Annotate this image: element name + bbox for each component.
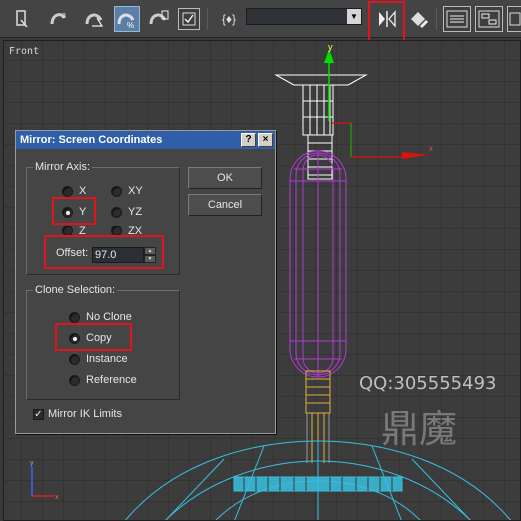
angle-snap-icon[interactable]	[82, 6, 108, 32]
edit-named-selection-icon[interactable]: {♦}	[214, 6, 244, 32]
no-clone-label: No Clone	[86, 311, 132, 323]
radio-dot	[111, 206, 122, 218]
spinner-snap-icon[interactable]	[146, 6, 172, 32]
annotation-y-axis-highlight	[52, 197, 96, 225]
axis-zx-radio[interactable]: ZX	[111, 226, 142, 235]
axis-z-label: Z	[79, 226, 86, 235]
watermark-chinese: 鼎魔	[381, 407, 458, 451]
tripod-y-label: y	[30, 460, 34, 467]
mirror-ik-label: Mirror IK Limits	[48, 408, 122, 420]
checkmark-icon: ✓	[33, 408, 44, 420]
checkbox-toggle-icon[interactable]	[178, 8, 200, 30]
axis-xy-radio[interactable]: XY	[111, 185, 143, 197]
axis-x-radio[interactable]: X	[62, 185, 86, 197]
clone-selection-title: Clone Selection:	[33, 284, 118, 296]
radio-dot	[62, 185, 73, 197]
viewport-label[interactable]: Front	[9, 46, 39, 57]
svg-text:%: %	[127, 21, 134, 30]
curve-editor-icon[interactable]	[475, 6, 503, 32]
axis-z-radio[interactable]: Z	[62, 226, 86, 235]
dialog-title-bar[interactable]: Mirror: Screen Coordinates ? ×	[16, 131, 275, 149]
axis-yz-label: YZ	[128, 206, 143, 218]
radio-dot	[62, 226, 73, 235]
mirror-axis-title: Mirror Axis:	[33, 161, 92, 173]
reference-radio[interactable]: Reference	[69, 374, 137, 386]
annotation-copy-highlight	[55, 323, 132, 351]
axis-zx-label: ZX	[128, 226, 143, 235]
annotation-offset-highlight	[44, 235, 164, 269]
gizmo-x-label: x	[429, 144, 433, 153]
mirror-dialog: Mirror: Screen Coordinates ? × Mirror Ax…	[15, 130, 276, 434]
named-selection-icon-label: {♦}	[221, 12, 237, 26]
chevron-down-icon[interactable]: ▼	[347, 9, 361, 24]
select-icon[interactable]	[10, 6, 36, 32]
reference-label: Reference	[86, 374, 137, 386]
align-icon[interactable]	[406, 6, 432, 32]
gizmo-y-label: y	[328, 42, 333, 52]
ok-button[interactable]: OK	[188, 167, 262, 189]
axis-x-label: X	[79, 185, 87, 197]
instance-label: Instance	[86, 353, 128, 365]
radio-dot	[69, 311, 80, 323]
layer-manager-icon[interactable]	[443, 6, 471, 32]
mirror-ik-checkbox[interactable]: ✓ Mirror IK Limits	[33, 408, 122, 420]
annotation-mirror-highlight	[368, 1, 405, 44]
axis-xy-label: XY	[128, 185, 143, 197]
no-clone-radio[interactable]: No Clone	[69, 311, 132, 323]
svg-text:3: 3	[62, 13, 66, 20]
snap-3d-icon[interactable]: 3	[46, 6, 72, 32]
radio-dot	[111, 185, 122, 197]
dialog-title: Mirror: Screen Coordinates	[20, 134, 163, 146]
instance-radio[interactable]: Instance	[69, 353, 128, 365]
radio-dot	[69, 353, 80, 365]
help-button[interactable]: ?	[241, 133, 256, 147]
named-selection-dropdown[interactable]: ▼	[246, 8, 362, 25]
main-toolbar: 3 % {♦} ▼	[0, 0, 521, 44]
watermark-qq: QQ:305555493	[359, 373, 497, 394]
radio-dot	[111, 226, 122, 235]
radio-dot	[69, 374, 80, 386]
tripod-x-label: x	[55, 494, 59, 501]
axis-yz-radio[interactable]: YZ	[111, 206, 142, 218]
percent-snap-icon[interactable]: %	[114, 6, 140, 32]
schematic-view-icon[interactable]	[507, 6, 521, 32]
toolbar-separator	[207, 8, 208, 30]
toolbar-separator	[436, 8, 437, 30]
cancel-button[interactable]: Cancel	[188, 194, 262, 216]
app-window: 3 % {♦} ▼ y x y x Front QQ:305555493 鼎魔 …	[0, 0, 521, 521]
close-button[interactable]: ×	[258, 133, 273, 147]
